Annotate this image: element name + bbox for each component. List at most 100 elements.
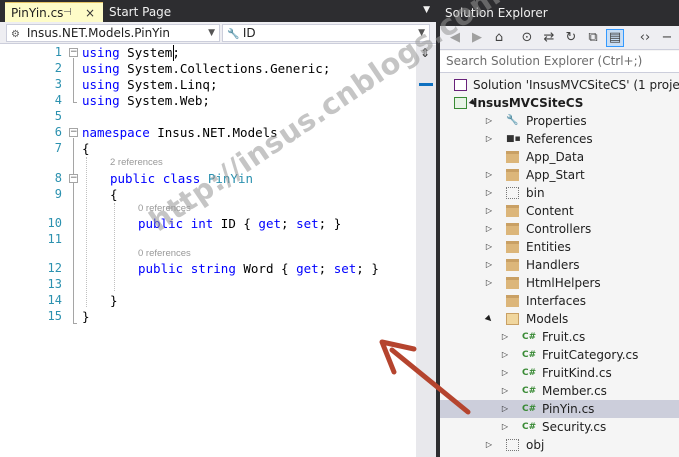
vertical-scrollbar[interactable]: ⇕ xyxy=(416,45,436,457)
history-icon[interactable]: ⊙ xyxy=(518,29,536,47)
line-number: 3 xyxy=(54,77,62,91)
tree-item[interactable]: ▷ HtmlHelpers xyxy=(440,274,679,292)
tab-overflow-dropdown-icon[interactable]: ▼ xyxy=(423,5,430,15)
collapsed-arrow-icon[interactable]: ▷ xyxy=(500,382,510,400)
tab-pinyin-cs[interactable]: PinYin.cs ⊣ × xyxy=(5,2,103,22)
collapse-region-icon[interactable]: − xyxy=(69,174,78,183)
csharp-file-icon: C# xyxy=(522,404,537,414)
tree-item[interactable]: ▲ InsusMVCSiteCS xyxy=(440,94,679,112)
collapsed-arrow-icon[interactable]: ▷ xyxy=(484,274,494,292)
tree-item[interactable]: ▷ 🔧 Properties xyxy=(440,112,679,130)
tree-item[interactable]: Interfaces xyxy=(440,292,679,310)
pin-icon[interactable]: ⊣ xyxy=(63,3,72,23)
tree-item[interactable]: ▷ Content xyxy=(440,202,679,220)
collapsed-arrow-icon[interactable]: ▷ xyxy=(500,346,510,364)
split-window-icon[interactable]: ⇕ xyxy=(420,46,430,60)
tree-item[interactable]: ▷ C# Security.cs xyxy=(440,418,679,436)
view-code-icon[interactable]: ‹› xyxy=(636,29,654,47)
code-line-2: using System.Collections.Generic; xyxy=(82,61,331,76)
code-text-area[interactable]: 1 2 3 4 5 6 7 8 9 10 11 12 13 14 15 − − … xyxy=(0,45,416,457)
folder-icon xyxy=(506,241,519,253)
code-line-10: public int ID { get; set; } xyxy=(138,216,342,231)
tree-item-label: Member.cs xyxy=(542,384,607,398)
tab-start-page[interactable]: Start Page xyxy=(103,2,193,22)
collapsed-arrow-icon[interactable]: ▷ xyxy=(500,364,510,382)
collapsed-arrow-icon[interactable]: ▷ xyxy=(484,166,494,184)
project-icon xyxy=(454,97,467,109)
folder-icon xyxy=(506,205,519,217)
tree-item-label: Handlers xyxy=(526,258,580,272)
tree-item[interactable]: ▷ bin xyxy=(440,184,679,202)
collapsed-arrow-icon[interactable]: ▷ xyxy=(484,256,494,274)
type-dropdown[interactable]: ⚙ Insus.NET.Models.PinYin ▼ xyxy=(6,24,220,42)
tree-item[interactable]: ▷ ■▪ References xyxy=(440,130,679,148)
ide-window: PinYin.cs ⊣ × Start Page ▼ ⚙ Insus.NET.M… xyxy=(0,0,679,457)
code-line-15: } xyxy=(82,309,90,324)
code-editor-pane: PinYin.cs ⊣ × Start Page ▼ ⚙ Insus.NET.M… xyxy=(0,0,436,457)
search-solution-explorer-input[interactable]: Search Solution Explorer (Ctrl+;) xyxy=(440,51,679,73)
line-number: 15 xyxy=(47,309,62,323)
line-number: 9 xyxy=(54,187,62,201)
collapse-region-icon[interactable]: − xyxy=(69,48,78,57)
folder-open-icon xyxy=(506,313,519,325)
tree-item[interactable]: Solution 'InsusMVCSiteCS' (1 project) xyxy=(440,76,679,94)
tree-item[interactable]: ▷ Entities xyxy=(440,238,679,256)
collapsed-arrow-icon[interactable]: ▷ xyxy=(484,220,494,238)
outline-guide xyxy=(73,323,77,324)
outline-guide xyxy=(73,102,77,103)
pane-title[interactable]: Solution Explorer xyxy=(440,0,679,26)
collapsed-arrow-icon[interactable]: ▷ xyxy=(484,202,494,220)
collapsed-arrow-icon[interactable]: ▷ xyxy=(484,436,494,454)
line-number: 10 xyxy=(47,216,62,230)
tree-item-label: Models xyxy=(526,312,569,326)
tree-item[interactable]: ▷ obj xyxy=(440,436,679,454)
code-line-1: using System; xyxy=(82,45,180,60)
tree-item-label: Controllers xyxy=(526,222,592,236)
tree-item[interactable]: ▷ Controllers xyxy=(440,220,679,238)
collapsed-arrow-icon[interactable]: ▷ xyxy=(484,238,494,256)
collapsed-arrow-icon[interactable]: ▷ xyxy=(500,418,510,436)
tree-item[interactable]: ▷ Handlers xyxy=(440,256,679,274)
tree-item-label: PinYin.cs xyxy=(542,402,595,416)
home-icon[interactable]: ⌂ xyxy=(490,29,508,47)
code-line-3: using System.Linq; xyxy=(82,77,218,92)
tree-item[interactable]: App_Data xyxy=(440,148,679,166)
collapse-region-icon[interactable]: − xyxy=(69,128,78,137)
tree-item[interactable]: ▷ C# Member.cs xyxy=(440,382,679,400)
line-number: 4 xyxy=(54,93,62,107)
collapse-all-icon[interactable]: ⧉ xyxy=(584,29,602,47)
collapsed-arrow-icon[interactable]: ▷ xyxy=(484,184,494,202)
sync-icon[interactable]: ⇄ xyxy=(540,29,558,47)
code-line-6: namespace Insus.NET.Models xyxy=(82,125,278,140)
member-dropdown-value: ID xyxy=(242,26,256,40)
codelens-references[interactable]: 0 references xyxy=(138,203,191,214)
refresh-icon[interactable]: ↻ xyxy=(562,29,580,47)
member-dropdown[interactable]: 🔧 ID ▼ xyxy=(222,24,430,42)
tree-item[interactable]: ▷ C# PinYin.cs xyxy=(440,400,679,418)
codelens-references[interactable]: 2 references xyxy=(110,157,163,168)
collapsed-arrow-icon[interactable]: ▷ xyxy=(484,130,494,148)
csharp-file-icon: C# xyxy=(522,386,537,396)
tree-item-label: obj xyxy=(526,438,545,452)
folder-icon xyxy=(506,151,519,163)
codelens-references[interactable]: 0 references xyxy=(138,248,191,259)
tree-item[interactable]: ▷ C# FruitCategory.cs xyxy=(440,346,679,364)
collapsed-arrow-icon[interactable]: ▷ xyxy=(500,328,510,346)
collapsed-arrow-icon[interactable]: ▷ xyxy=(484,112,494,130)
tree-item[interactable]: ▲ Models xyxy=(440,310,679,328)
code-line-9: { xyxy=(110,187,118,202)
folder-icon xyxy=(506,259,519,271)
line-number: 8 xyxy=(54,171,62,185)
expanded-arrow-icon[interactable]: ▲ xyxy=(479,309,499,329)
properties-icon[interactable]: − xyxy=(658,29,676,47)
tree-item[interactable]: ▷ C# FruitKind.cs xyxy=(440,364,679,382)
show-all-files-icon[interactable]: ▤ xyxy=(606,29,624,47)
back-icon[interactable]: ◀ xyxy=(446,29,464,47)
forward-icon[interactable]: ▶ xyxy=(468,29,486,47)
tree-item[interactable]: ▷ App_Start xyxy=(440,166,679,184)
collapsed-arrow-icon[interactable]: ▷ xyxy=(500,400,510,418)
csharp-file-icon: C# xyxy=(522,350,537,360)
code-line-12: public string Word { get; set; } xyxy=(138,261,379,276)
tree-item[interactable]: ▷ C# Fruit.cs xyxy=(440,328,679,346)
close-icon[interactable]: × xyxy=(85,3,95,23)
